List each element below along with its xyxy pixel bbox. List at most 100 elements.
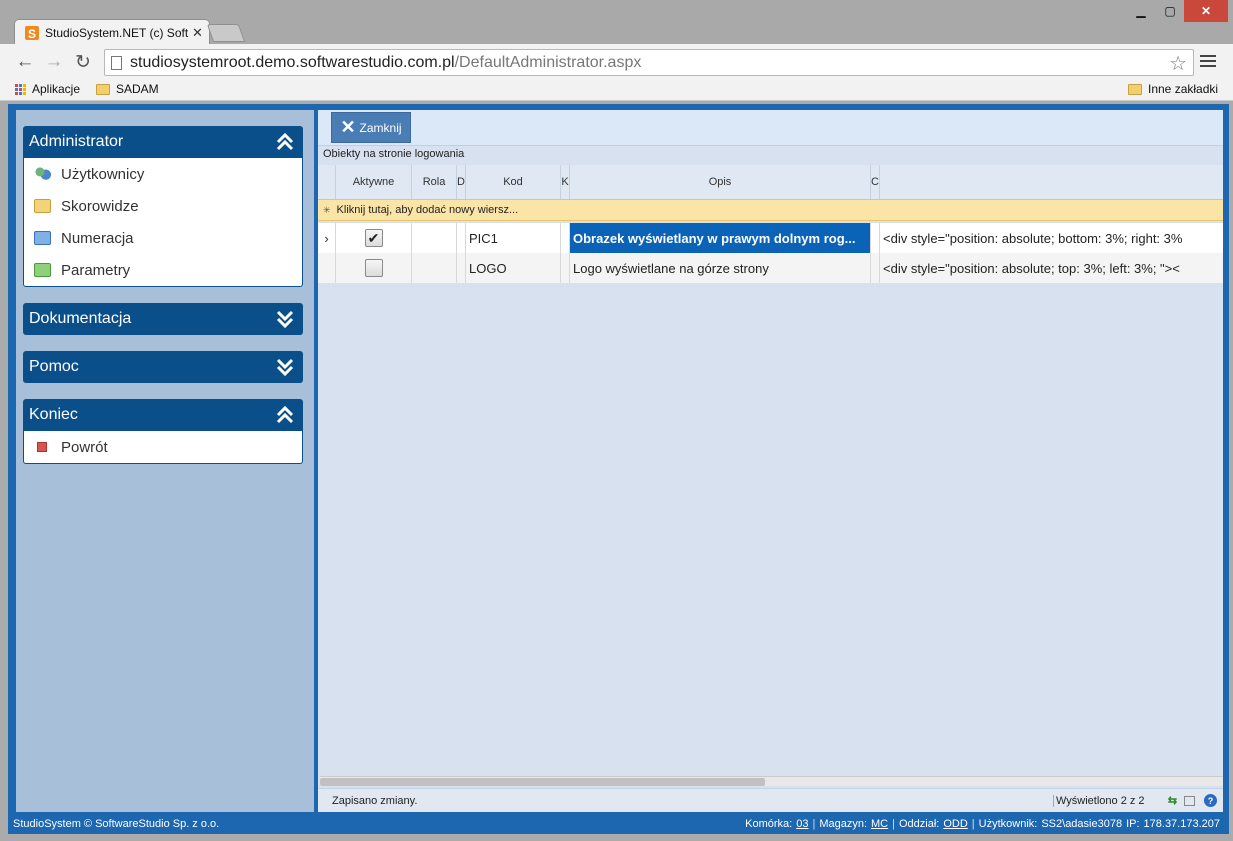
table-row[interactable]: › ✔ PIC1 Obrazek wyświetlany w prawym do… [318,223,1223,253]
grid-header-active[interactable]: Aktywne [336,165,412,199]
cell-d[interactable] [457,253,466,283]
copyright-text: StudioSystem © SoftwareStudio Sp. z o.o. [13,818,220,830]
panel-documentation-header[interactable]: Dokumentacja [23,303,303,335]
panel-title: Administrator [29,133,124,150]
cell-c[interactable] [871,253,880,283]
cell-description[interactable]: Obrazek wyświetlany w prawym dolnym rog.… [570,223,871,253]
panel-end-body: Powrót [23,431,303,464]
panel-administrator-header[interactable]: Administrator [23,126,303,158]
grid-header-code[interactable]: Kod [466,165,561,199]
grid-header-c[interactable]: C [871,165,880,199]
refresh-icon[interactable]: ⇆ [1166,794,1179,807]
sidebar-item-label: Numeracja [61,229,134,247]
cell-description[interactable]: Logo wyświetlane na górze strony [570,253,871,283]
cell-k[interactable] [561,253,570,283]
scrollbar-thumb[interactable] [320,778,765,786]
user-label: Użytkownik: [978,818,1038,830]
panel-administrator-body: Użytkownicy Skorowidze Numeracja Paramet… [23,158,303,287]
panel-administrator: Administrator Użytkownicy Skorowidze Num… [23,126,303,287]
branch-value-link[interactable]: ODD [943,818,967,830]
grid-header-k[interactable]: K [561,165,570,199]
bookmark-apps-label: Aplikacje [32,82,81,96]
horizontal-scrollbar[interactable] [320,776,1223,786]
cell-content[interactable]: <div style="position: absolute; bottom: … [880,223,1223,253]
new-tab-button[interactable] [206,24,246,42]
grid-footer: Zapisano zmiany. Wyświetlono 2 z 2 ⇆ ? [318,788,1223,812]
ip-label: IP: [1126,818,1140,830]
address-bar[interactable]: studiosystemroot.demo.softwarestudio.com… [104,49,1194,76]
status-bar: StudioSystem © SoftwareStudio Sp. z o.o.… [8,814,1229,834]
export-icon[interactable] [1184,796,1195,806]
maximize-icon[interactable]: ▢ [1160,0,1180,22]
sidebar-item-label: Użytkownicy [61,165,145,183]
cell-content[interactable]: <div style="position: absolute; top: 3%;… [880,253,1223,283]
minimize-icon[interactable]: ▁ [1131,0,1151,22]
panel-help: Pomoc [23,351,303,383]
grid-status: Zapisano zmiany. [332,795,418,807]
apps-grid-icon [15,83,26,95]
close-button-label: Zamknij [359,120,402,135]
close-button[interactable]: ✕ Zamknij [331,112,411,143]
checkbox-unchecked[interactable] [364,259,383,277]
cell-c[interactable] [871,223,880,253]
sidebar-item-numbering[interactable]: Numeracja [24,222,302,254]
sidebar-item-label: Powrót [61,438,108,456]
sidebar-item-return[interactable]: Powrót [24,431,302,463]
close-x-icon: ✕ [340,117,356,137]
bookmark-apps[interactable]: Aplikacje [15,82,80,96]
sidebar-item-users[interactable]: Użytkownicy [24,158,302,190]
sidebar-item-label: Parametry [61,261,131,279]
table-row[interactable]: LOGO Logo wyświetlane na górze strony <d… [318,253,1223,283]
user-value: SS2\adasie3078 [1041,818,1123,830]
sidebar-item-indexes[interactable]: Skorowidze [24,190,302,222]
grid-header-indicator [318,165,336,199]
cell-role[interactable] [412,223,457,253]
cell-active[interactable] [336,253,412,283]
window-close-icon[interactable]: ✕ [1184,0,1228,22]
grid-header-description[interactable]: Opis [570,165,871,199]
panel-title: Koniec [29,406,78,423]
bookmark-other[interactable]: Inne zakładki [1128,82,1218,96]
panel-title: Dokumentacja [29,310,132,327]
add-new-row-label: Kliknij tutaj, aby dodać nowy wiersz... [336,204,519,216]
cell-active[interactable]: ✔ [336,223,412,253]
warehouse-value-link[interactable]: MC [871,818,888,830]
panel-documentation: Dokumentacja [23,303,303,335]
back-arrow-icon[interactable]: ← [13,50,37,74]
checkbox-checked[interactable]: ✔ [364,229,383,247]
grid-header-d[interactable]: D [457,165,466,199]
warehouse-label: Magazyn: [819,818,868,830]
bookmark-sadam[interactable]: SADAM [96,82,159,96]
cell-k[interactable] [561,223,570,253]
cell-role[interactable] [412,253,457,283]
action-ribbon: ✕ Zamknij [318,110,1223,146]
session-info: Komórka: 03 | Magazyn: MC | Oddział: ODD… [745,818,1220,830]
help-icon[interactable]: ? [1204,794,1217,807]
cell-indicator [318,253,336,283]
panel-title: Pomoc [29,358,79,375]
studiosystem-logo-icon: S [25,25,39,40]
panel-help-header[interactable]: Pomoc [23,351,303,383]
tab-title: StudioSystem.NET (c) Soft [45,25,189,40]
tab-close-icon[interactable]: ✕ [192,25,203,41]
bookmark-star-icon[interactable]: ☆ [1169,51,1187,76]
cell-code[interactable]: PIC1 [466,223,561,253]
current-row-chevron-icon: › [318,223,336,253]
folder-icon [96,83,110,95]
grid-header-role[interactable]: Rola [412,165,457,199]
chevron-double-up-icon[interactable] [273,403,297,427]
reload-icon[interactable]: ↻ [71,50,95,74]
forward-arrow-icon[interactable]: → [42,50,66,74]
browser-menu-icon[interactable] [1200,53,1216,69]
chevron-double-down-icon[interactable] [273,355,297,379]
chevron-double-down-icon[interactable] [273,307,297,331]
chevron-double-up-icon[interactable] [273,130,297,154]
sidebar-item-parameters[interactable]: Parametry [24,254,302,286]
panel-end-header[interactable]: Koniec [23,399,303,431]
cell-code[interactable]: LOGO [466,253,561,283]
cell-d[interactable] [457,223,466,253]
cell-value-link[interactable]: 03 [796,818,808,830]
add-new-row[interactable]: ✳ Kliknij tutaj, aby dodać nowy wiersz..… [318,199,1223,221]
browser-tab[interactable]: S StudioSystem.NET (c) Soft ✕ [14,19,210,45]
url-path: /DefaultAdministrator.aspx [454,53,642,71]
